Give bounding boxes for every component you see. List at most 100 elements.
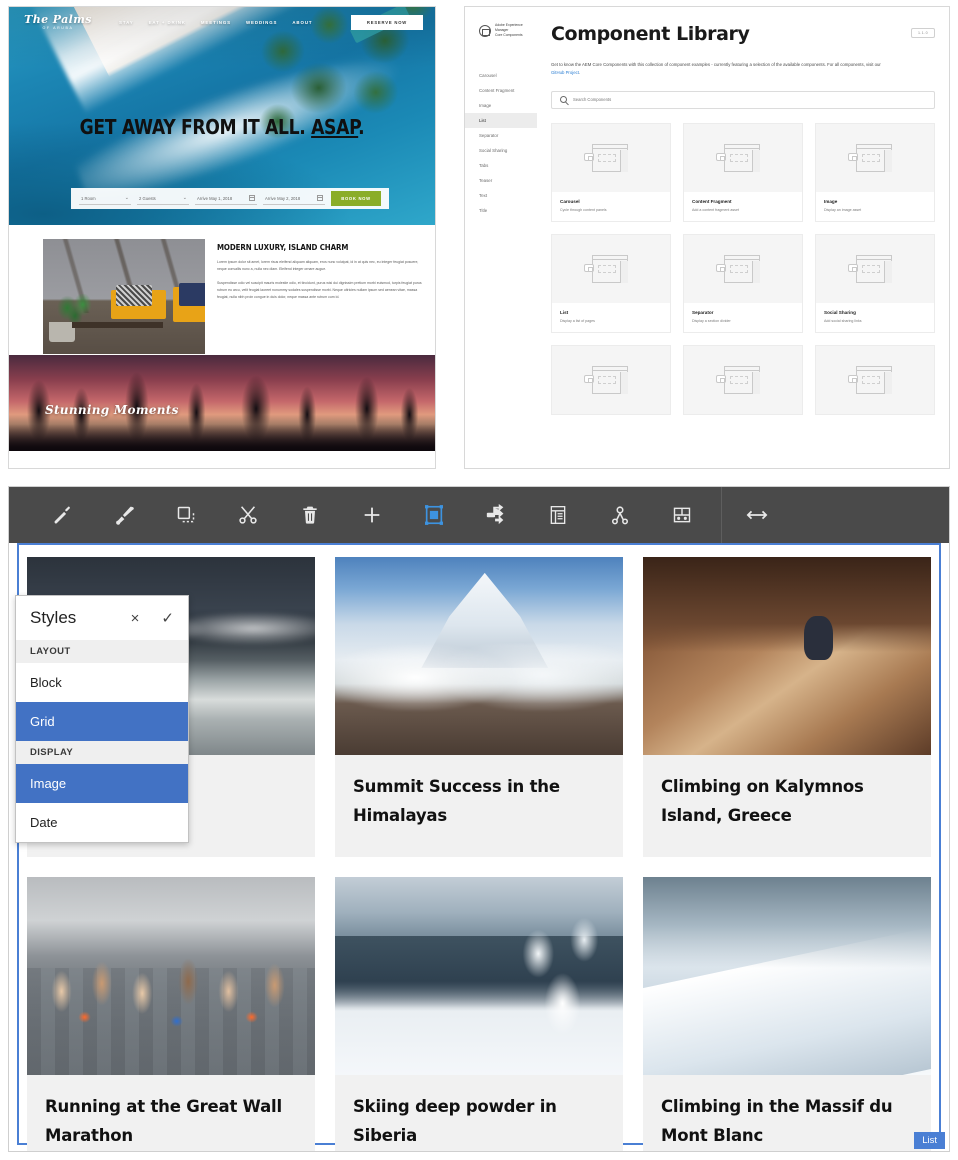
aem-logo-text: Adobe Experience Manager Core Components: [495, 23, 537, 38]
trash-icon[interactable]: [279, 487, 341, 543]
search-input[interactable]: [573, 97, 926, 103]
guests-select[interactable]: 2 Guests ⌄: [137, 192, 189, 205]
feature-paragraph-1: Lorem ipsum dolor sit amet, lorem risus …: [217, 260, 419, 271]
sidebar-item-image[interactable]: Image: [465, 98, 537, 113]
component-thumbnail: [552, 123, 670, 192]
arrive-date-field[interactable]: Arrive May 1, 2018: [195, 192, 257, 205]
confirm-icon[interactable]: ✓: [161, 611, 174, 626]
card-image: [643, 876, 931, 1075]
styles-option-grid[interactable]: Grid: [16, 702, 188, 741]
relate-icon[interactable]: [465, 487, 527, 543]
component-card[interactable]: List Display a list of pages: [551, 233, 671, 333]
select-parent-icon[interactable]: [403, 487, 465, 543]
wrench-icon[interactable]: [31, 487, 93, 543]
component-card-desc: Display a list of pages: [560, 318, 595, 323]
nav-link-stay[interactable]: STAY: [119, 20, 134, 25]
search-components-bar[interactable]: [551, 90, 935, 109]
panel-icon[interactable]: [651, 487, 713, 543]
sidebar-item-separator[interactable]: Separator: [465, 128, 537, 143]
component-card[interactable]: [551, 344, 671, 415]
close-icon[interactable]: ×: [131, 611, 140, 626]
reserve-now-button[interactable]: RESERVE NOW: [351, 14, 423, 30]
component-thumbnail: [684, 123, 802, 192]
nav-link-about[interactable]: ABOUT: [292, 20, 312, 25]
site-navigation: The Palms OF ARUBA STAY EAT + DRINK MEET…: [9, 7, 435, 37]
component-thumbnail: [552, 234, 670, 303]
aem-logo-icon: [479, 24, 491, 37]
plus-icon[interactable]: [341, 487, 403, 543]
sidebar-item-teaser[interactable]: Teaser: [465, 173, 537, 188]
headline-text: GET AWAY FROM IT ALL.: [79, 115, 312, 139]
scissors-icon[interactable]: [217, 487, 279, 543]
sidebar-item-title[interactable]: Title: [465, 203, 537, 218]
screenshot-stage: The Palms OF ARUBA STAY EAT + DRINK MEET…: [0, 0, 958, 1160]
moments-title: Stunning Moments: [45, 403, 179, 417]
component-card[interactable]: Content Fragment Add a content fragment …: [683, 122, 803, 222]
list-item[interactable]: Skiing deep powder in Siberia: [335, 876, 623, 1151]
component-card-desc: Display a section divider: [692, 318, 731, 323]
page-description: Get to know the AEM Core Components with…: [551, 61, 881, 77]
component-card[interactable]: Carousel Cycle through content panels: [551, 122, 671, 222]
card-title: Climbing in the Massif du Mont Blanc: [661, 1096, 893, 1145]
status-badge: List: [914, 1132, 945, 1149]
nav-links: STAY EAT + DRINK MEETINGS WEDDINGS ABOUT: [119, 20, 312, 25]
sidebar-item-tabs[interactable]: Tabs: [465, 158, 537, 173]
layout-container-icon[interactable]: [527, 487, 589, 543]
rooms-select[interactable]: 1 Room ⌄: [79, 192, 131, 205]
resize-horizontal-icon[interactable]: [726, 487, 788, 543]
sidebar-item-carousel[interactable]: Carousel: [465, 68, 537, 83]
aem-logo-line1: Adobe Experience Manager: [495, 23, 523, 33]
brand-subtitle: OF ARUBA: [42, 25, 74, 30]
component-card-title: Separator: [692, 309, 714, 315]
component-card[interactable]: Social Sharing Add social sharing links: [815, 233, 935, 333]
list-item[interactable]: Climbing in the Massif du Mont Blanc: [643, 876, 931, 1151]
component-card-desc: Add a content fragment asset: [692, 207, 739, 212]
copy-icon[interactable]: [155, 487, 217, 543]
component-card-title: Social Sharing: [824, 309, 856, 315]
component-card[interactable]: [815, 344, 935, 415]
component-card-title: Image: [824, 198, 838, 204]
wireframe-icon: [584, 364, 638, 396]
component-thumbnail: [552, 345, 670, 414]
sidebar-item-social-sharing[interactable]: Social Sharing: [465, 143, 537, 158]
aem-logo[interactable]: Adobe Experience Manager Core Components: [465, 23, 537, 38]
wireframe-icon: [584, 253, 638, 285]
card-image: [335, 876, 623, 1075]
component-card[interactable]: [683, 344, 803, 415]
headline-emphasis: ASAP: [311, 115, 359, 139]
github-project-link[interactable]: GitHub Project: [551, 70, 579, 75]
component-cards-grid: Carousel Cycle through content panels Co…: [551, 122, 935, 415]
nav-link-eat-drink[interactable]: EAT + DRINK: [149, 20, 186, 25]
list-item[interactable]: Climbing on Kalymnos Island, Greece: [643, 557, 931, 857]
wireframe-icon: [584, 142, 638, 174]
depart-date-field[interactable]: Arrive May 2, 2018: [263, 192, 325, 205]
booking-bar: 1 Room ⌄ 2 Guests ⌄ Arrive May 1, 2018 A…: [71, 188, 389, 209]
component-thumbnail: [684, 345, 802, 414]
card-title: Climbing on Kalymnos Island, Greece: [661, 777, 864, 825]
styles-option-block[interactable]: Block: [16, 663, 188, 702]
site-logo[interactable]: The Palms OF ARUBA: [21, 14, 95, 31]
card-title: Skiing deep powder in Siberia: [353, 1096, 557, 1145]
component-card[interactable]: Separator Display a section divider: [683, 233, 803, 333]
list-item[interactable]: Running at the Great Wall Marathon: [27, 876, 315, 1151]
rooms-value: 1 Room: [81, 195, 96, 201]
hero-section: The Palms OF ARUBA STAY EAT + DRINK MEET…: [9, 7, 435, 225]
table-decor: [72, 321, 163, 328]
nav-link-weddings[interactable]: WEDDINGS: [246, 20, 277, 25]
paintbrush-icon[interactable]: [93, 487, 155, 543]
sidebar-item-text[interactable]: Text: [465, 188, 537, 203]
styles-option-date[interactable]: Date: [16, 803, 188, 842]
feature-photo: [43, 239, 205, 354]
component-card[interactable]: Image Display an image asset: [815, 122, 935, 222]
sidebar-item-content-fragment[interactable]: Content Fragment: [465, 83, 537, 98]
search-icon: [560, 96, 567, 104]
book-now-button[interactable]: BOOK NOW: [331, 191, 381, 206]
cut-tree-icon[interactable]: [589, 487, 651, 543]
list-item[interactable]: Summit Success in the Himalayas: [335, 557, 623, 857]
styles-option-image[interactable]: Image: [16, 764, 188, 803]
wireframe-icon: [716, 142, 770, 174]
nav-link-meetings[interactable]: MEETINGS: [201, 20, 231, 25]
styles-popup-header: Styles × ✓: [16, 596, 188, 640]
depart-date-value: Arrive May 2, 2018: [265, 195, 301, 201]
sidebar-item-list[interactable]: List: [465, 113, 537, 129]
